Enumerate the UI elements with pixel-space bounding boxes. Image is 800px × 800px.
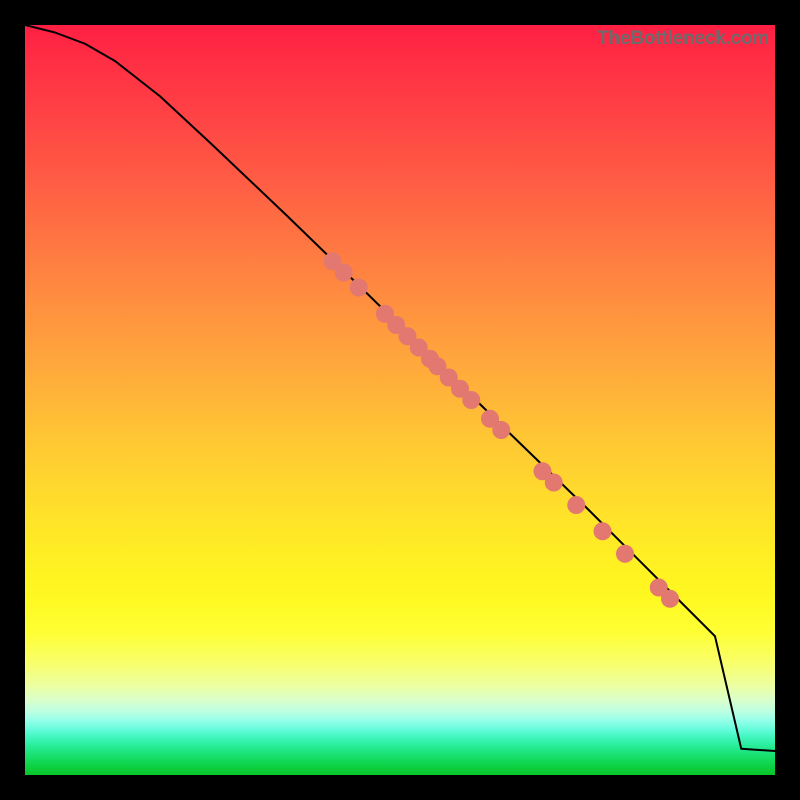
marker-point	[350, 279, 368, 297]
marker-point	[492, 421, 510, 439]
plot-area: TheBottleneck.com	[25, 25, 775, 775]
marker-point	[661, 590, 679, 608]
chart-overlay	[25, 25, 775, 775]
marker-point	[594, 522, 612, 540]
marker-point	[567, 496, 585, 514]
marker-point	[616, 545, 634, 563]
curve-line	[25, 25, 775, 751]
chart-canvas: TheBottleneck.com	[0, 0, 800, 800]
marker-point	[545, 474, 563, 492]
marker-point	[335, 264, 353, 282]
marker-group	[324, 252, 680, 608]
marker-point	[462, 391, 480, 409]
